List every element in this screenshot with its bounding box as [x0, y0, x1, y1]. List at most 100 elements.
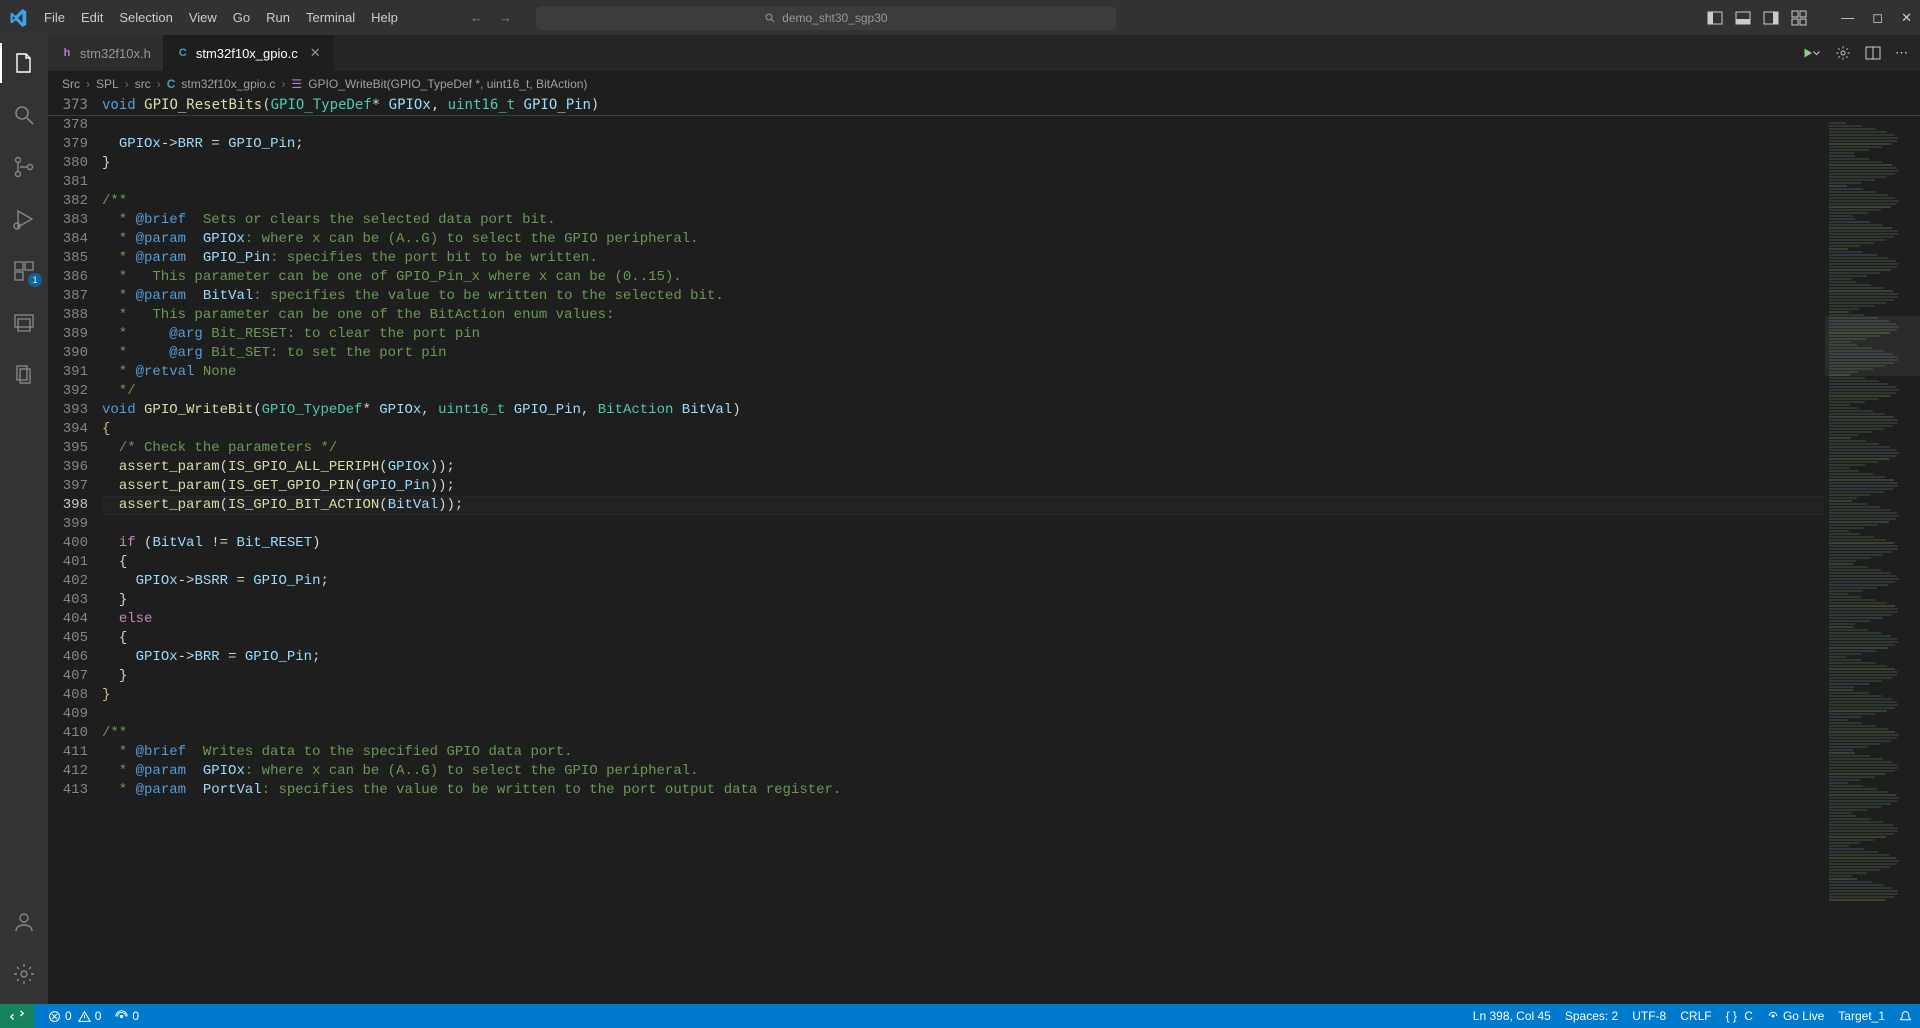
status-lang[interactable]: { } C — [1726, 1009, 1753, 1023]
code-line[interactable]: GPIOx->BSRR = GPIO_Pin; — [102, 572, 1824, 591]
status-golive[interactable]: Go Live — [1767, 1009, 1824, 1023]
code-line[interactable]: GPIOx->BRR = GPIO_Pin; — [102, 135, 1824, 154]
code-line[interactable]: * @param GPIOx: where x can be (A..G) to… — [102, 230, 1824, 249]
breadcrumb-segment[interactable]: Src — [62, 77, 80, 91]
code-line[interactable]: /** — [102, 192, 1824, 211]
code-line[interactable]: * @brief Writes data to the specified GP… — [102, 743, 1824, 762]
split-editor-icon[interactable] — [1865, 45, 1881, 61]
code-line[interactable]: } — [102, 686, 1824, 705]
code-line[interactable]: * @arg Bit_SET: to set the port pin — [102, 344, 1824, 363]
code-line[interactable] — [102, 515, 1824, 534]
code-line[interactable]: { — [102, 553, 1824, 572]
menu-terminal[interactable]: Terminal — [298, 6, 363, 29]
code-line[interactable]: { — [102, 420, 1824, 439]
code-line[interactable] — [102, 116, 1824, 135]
minimize-icon[interactable]: — — [1841, 10, 1854, 25]
sticky-scroll[interactable]: 373 void GPIO_ResetBits(GPIO_TypeDef* GP… — [48, 97, 1920, 116]
code-line[interactable] — [102, 173, 1824, 192]
status-target[interactable]: Target_1 — [1838, 1009, 1885, 1023]
configure-icon[interactable] — [1835, 45, 1851, 61]
remote-indicator[interactable] — [0, 1004, 34, 1028]
nav-forward-icon[interactable]: → — [499, 10, 512, 25]
code-line[interactable]: } — [102, 667, 1824, 686]
layout-customize-icon[interactable] — [1791, 10, 1807, 26]
breadcrumb-symbol[interactable]: GPIO_WriteBit(GPIO_TypeDef *, uint16_t, … — [308, 77, 587, 91]
code-area[interactable]: GPIOx->BRR = GPIO_Pin;} /** * @brief Set… — [102, 116, 1824, 1004]
status-eol[interactable]: CRLF — [1680, 1009, 1711, 1023]
code-line[interactable]: * This parameter can be one of the BitAc… — [102, 306, 1824, 325]
code-line[interactable]: if (BitVal != Bit_RESET) — [102, 534, 1824, 553]
breadcrumb[interactable]: Src›SPL›src›C stm32f10x_gpio.c›☰ GPIO_Wr… — [48, 71, 1920, 97]
chevron-right-icon: › — [281, 77, 285, 91]
run-file-icon[interactable] — [1803, 46, 1821, 60]
code-line[interactable]: { — [102, 629, 1824, 648]
menu-selection[interactable]: Selection — [111, 6, 180, 29]
activity-bar: 1 — [0, 35, 48, 1004]
menu-file[interactable]: File — [36, 6, 73, 29]
code-line[interactable]: assert_param(IS_GET_GPIO_PIN(GPIO_Pin)); — [102, 477, 1824, 496]
status-bell-icon[interactable] — [1899, 1010, 1912, 1023]
code-line[interactable]: } — [102, 591, 1824, 610]
maximize-icon[interactable]: ◻ — [1872, 10, 1883, 26]
menu-edit[interactable]: Edit — [73, 6, 111, 29]
status-errors[interactable]: 0 — [48, 1009, 72, 1023]
layout-controls — [1707, 10, 1807, 26]
activity-settings-icon[interactable] — [0, 954, 48, 994]
minimap[interactable] — [1824, 116, 1920, 1004]
code-line[interactable]: * @param GPIOx: where x can be (A..G) to… — [102, 762, 1824, 781]
activity-remote-icon[interactable] — [0, 303, 48, 343]
breadcrumb-segment[interactable]: src — [135, 77, 151, 91]
file-type-icon: h — [60, 46, 74, 60]
code-line[interactable]: /** — [102, 724, 1824, 743]
command-center[interactable]: demo_sht30_sgp30 — [536, 6, 1116, 30]
code-line[interactable]: * @arg Bit_RESET: to clear the port pin — [102, 325, 1824, 344]
code-line[interactable] — [102, 705, 1824, 724]
tab-bar: hstm32f10x.hCstm32f10x_gpio.c✕ ⋯ — [48, 35, 1920, 71]
activity-search-icon[interactable] — [0, 95, 48, 135]
layout-panel-icon[interactable] — [1735, 10, 1751, 26]
more-actions-icon[interactable]: ⋯ — [1895, 45, 1908, 61]
activity-accounts-icon[interactable] — [0, 902, 48, 942]
layout-sidebar-right-icon[interactable] — [1763, 10, 1779, 26]
code-line[interactable]: GPIOx->BRR = GPIO_Pin; — [102, 648, 1824, 667]
menu-bar: FileEditSelectionViewGoRunTerminalHelp — [36, 6, 406, 29]
menu-run[interactable]: Run — [258, 6, 298, 29]
activity-extensions-icon[interactable]: 1 — [0, 251, 48, 291]
status-cursor[interactable]: Ln 398, Col 45 — [1473, 1009, 1551, 1023]
editor-body[interactable]: 3783793803813823833843853863873883893903… — [48, 116, 1920, 1004]
status-encoding[interactable]: UTF-8 — [1632, 1009, 1666, 1023]
menu-go[interactable]: Go — [225, 6, 258, 29]
code-line[interactable]: void GPIO_WriteBit(GPIO_TypeDef* GPIOx, … — [102, 401, 1824, 420]
tab-stm32f10x_gpio-c[interactable]: Cstm32f10x_gpio.c✕ — [164, 35, 334, 71]
activity-run-debug-icon[interactable] — [0, 199, 48, 239]
close-icon[interactable]: ✕ — [1901, 10, 1912, 26]
tab-label: stm32f10x_gpio.c — [196, 46, 298, 61]
code-line[interactable]: else — [102, 610, 1824, 629]
activity-references-icon[interactable] — [0, 355, 48, 395]
status-warnings[interactable]: 0 — [78, 1009, 102, 1023]
breadcrumb-segment[interactable]: SPL — [96, 77, 119, 91]
code-line[interactable]: * @brief Sets or clears the selected dat… — [102, 211, 1824, 230]
code-line[interactable]: assert_param(IS_GPIO_ALL_PERIPH(GPIOx)); — [102, 458, 1824, 477]
code-line[interactable]: * @param GPIO_Pin: specifies the port bi… — [102, 249, 1824, 268]
code-line[interactable]: */ — [102, 382, 1824, 401]
minimap-viewport[interactable] — [1825, 316, 1920, 376]
code-line[interactable]: * This parameter can be one of GPIO_Pin_… — [102, 268, 1824, 287]
code-line[interactable]: * @param PortVal: specifies the value to… — [102, 781, 1824, 800]
code-line[interactable]: * @param BitVal: specifies the value to … — [102, 287, 1824, 306]
chevron-right-icon: › — [125, 77, 129, 91]
breadcrumb-file[interactable]: stm32f10x_gpio.c — [181, 77, 275, 91]
tab-close-icon[interactable]: ✕ — [310, 45, 321, 61]
menu-view[interactable]: View — [181, 6, 225, 29]
nav-back-icon[interactable]: ← — [470, 10, 483, 25]
activity-source-control-icon[interactable] — [0, 147, 48, 187]
code-line[interactable]: /* Check the parameters */ — [102, 439, 1824, 458]
code-line[interactable]: } — [102, 154, 1824, 173]
status-spaces[interactable]: Spaces: 2 — [1565, 1009, 1618, 1023]
status-port[interactable]: 0 — [115, 1009, 139, 1023]
menu-help[interactable]: Help — [363, 6, 406, 29]
tab-stm32f10x-h[interactable]: hstm32f10x.h — [48, 35, 164, 71]
code-line[interactable]: * @retval None — [102, 363, 1824, 382]
layout-sidebar-left-icon[interactable] — [1707, 10, 1723, 26]
activity-explorer-icon[interactable] — [0, 43, 48, 83]
